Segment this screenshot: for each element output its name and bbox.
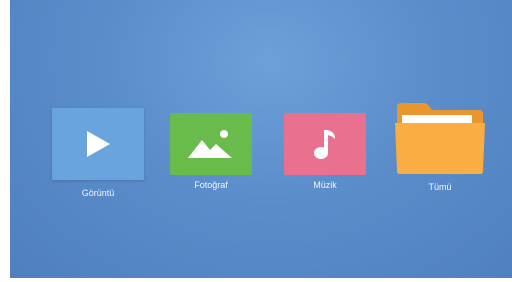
tile-video[interactable]: Görüntü <box>52 108 144 198</box>
tile-photo[interactable]: Fotoğraf <box>170 113 252 190</box>
tile-all-label: Tümü <box>428 182 452 192</box>
tile-photo-label: Fotoğraf <box>194 180 228 190</box>
image-icon <box>188 130 232 158</box>
play-icon <box>87 131 110 157</box>
music-note-icon <box>314 130 335 159</box>
folder-icon <box>395 103 485 174</box>
tile-music-label: Müzik <box>313 180 337 190</box>
tile-video-label: Görüntü <box>81 188 115 198</box>
tile-music[interactable]: Müzik <box>284 113 366 190</box>
media-home-screen: Görüntü Fotoğraf Müzik Tümü <box>10 0 512 278</box>
tile-all[interactable]: Tümü <box>394 102 486 192</box>
